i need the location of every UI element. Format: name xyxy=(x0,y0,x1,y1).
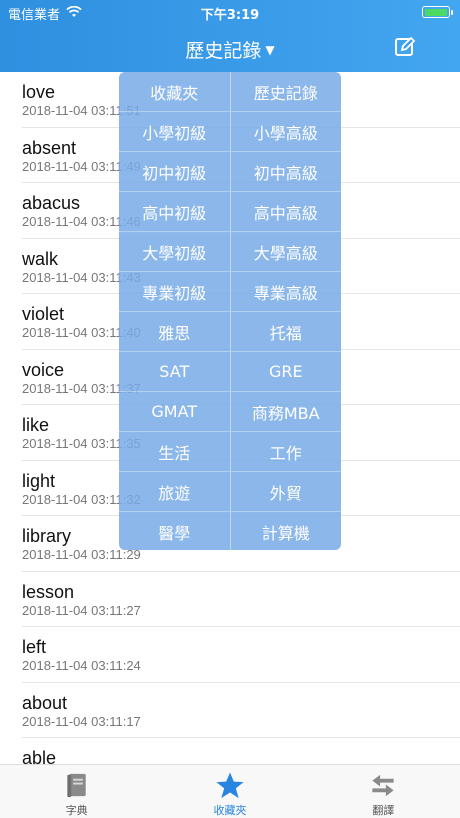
menu-item[interactable]: 小學初級 xyxy=(119,112,231,151)
menu-row: 小學初級 小學高級 xyxy=(119,112,341,152)
menu-row: 雅思 托福 xyxy=(119,312,341,352)
menu-item[interactable]: 初中高級 xyxy=(231,152,342,191)
history-timestamp: 2018-11-04 03:11:17 xyxy=(22,713,141,729)
menu-row: 醫學 計算機 xyxy=(119,512,341,550)
menu-item[interactable]: 大學初級 xyxy=(119,232,231,271)
status-bar: 電信業者 下午3:19 xyxy=(0,0,460,24)
menu-row: 專業初級 專業高級 xyxy=(119,272,341,312)
menu-item[interactable]: 工作 xyxy=(231,432,342,471)
menu-row: 初中初級 初中高級 xyxy=(119,152,341,192)
menu-item[interactable]: 雅思 xyxy=(119,312,231,351)
menu-row: 旅遊 外貿 xyxy=(119,472,341,512)
menu-row: SAT GRE xyxy=(119,352,341,392)
menu-row: 生活 工作 xyxy=(119,432,341,472)
swap-arrows-icon xyxy=(372,774,394,797)
menu-row: 大學初級 大學高級 xyxy=(119,232,341,272)
menu-item[interactable]: 高中初級 xyxy=(119,192,231,231)
menu-row: GMAT 商務MBA xyxy=(119,392,341,432)
menu-item[interactable]: 計算機 xyxy=(231,512,342,550)
menu-item[interactable]: GMAT xyxy=(119,392,231,431)
menu-item[interactable]: 高中高級 xyxy=(231,192,342,231)
history-row[interactable]: about 2018-11-04 03:11:17 xyxy=(22,683,460,738)
history-word: lesson xyxy=(22,581,75,602)
battery-icon xyxy=(422,6,453,18)
page-title: 歷史記錄 xyxy=(185,40,262,62)
history-row[interactable]: lesson 2018-11-04 03:11:27 xyxy=(22,572,460,627)
menu-item[interactable]: 外貿 xyxy=(231,472,342,511)
menu-item[interactable]: 小學高級 xyxy=(231,112,342,151)
menu-item[interactable]: 大學高級 xyxy=(231,232,342,271)
history-row[interactable]: able xyxy=(22,738,460,764)
edit-button[interactable] xyxy=(394,36,416,58)
edit-icon xyxy=(395,36,416,56)
tab-favorites[interactable]: 收藏夾 xyxy=(153,765,306,818)
menu-row: 高中初級 高中高級 xyxy=(119,192,341,232)
menu-item[interactable]: 生活 xyxy=(119,432,231,471)
menu-item[interactable]: SAT xyxy=(119,352,231,391)
menu-item[interactable]: 收藏夾 xyxy=(119,72,231,111)
nav-title-dropdown[interactable]: 歷史記錄 ▼ xyxy=(0,36,460,63)
menu-item[interactable]: 初中初級 xyxy=(119,152,231,191)
caret-down-icon: ▼ xyxy=(265,43,275,57)
menu-item[interactable]: 旅遊 xyxy=(119,472,231,511)
menu-item[interactable]: 商務MBA xyxy=(231,392,342,431)
tab-label: 收藏夾 xyxy=(213,804,247,817)
menu-item[interactable]: 專業初級 xyxy=(119,272,231,311)
menu-item[interactable]: 歷史記錄 xyxy=(231,72,342,111)
history-row[interactable]: left 2018-11-04 03:11:24 xyxy=(22,627,460,683)
history-timestamp: 2018-11-04 03:11:27 xyxy=(22,602,141,618)
history-timestamp: 2018-11-04 03:11:24 xyxy=(22,658,141,673)
tab-dictionary[interactable]: 字典 xyxy=(0,765,153,818)
tab-label: 翻譯 xyxy=(372,804,395,817)
book-icon xyxy=(66,773,86,798)
status-time: 下午3:19 xyxy=(200,8,260,23)
star-icon xyxy=(216,772,244,799)
tab-label: 字典 xyxy=(65,804,88,817)
menu-item[interactable]: 托福 xyxy=(231,312,342,351)
history-word: able xyxy=(22,748,57,764)
menu-item[interactable]: 專業高級 xyxy=(231,272,342,311)
history-word: about xyxy=(22,692,68,713)
menu-item[interactable]: GRE xyxy=(231,352,342,391)
menu-item[interactable]: 醫學 xyxy=(119,512,231,550)
category-menu: 收藏夾 歷史記錄 小學初級 小學高級 初中初級 初中高級 高中初級 高中高級 大學初級 大學高級專… xyxy=(119,72,341,550)
menu-row: 收藏夾 歷史記錄 xyxy=(119,72,341,112)
tab-bar: 字典 收藏夾 翻譯 xyxy=(0,764,460,818)
tab-translate[interactable]: 翻譯 xyxy=(307,765,460,818)
history-word: left xyxy=(22,637,47,657)
header: 電信業者 下午3:19 歷史記錄 ▼ xyxy=(0,0,460,72)
